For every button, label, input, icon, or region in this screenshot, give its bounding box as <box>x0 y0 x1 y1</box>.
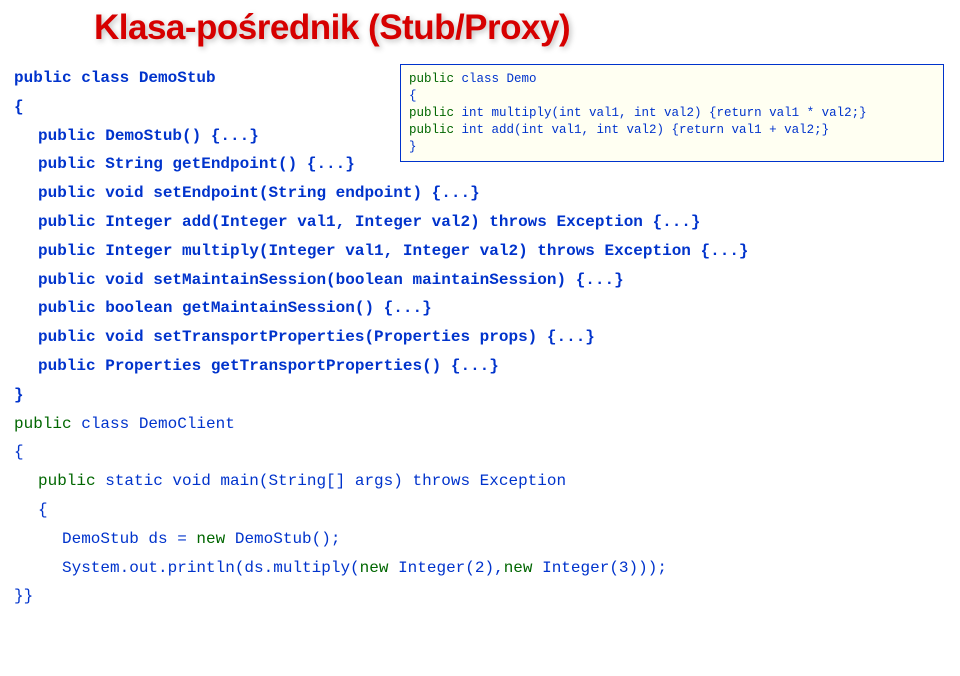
client-l5: DemoStub ds = new DemoStub(); <box>14 525 946 554</box>
stub-l6: public Integer add(Integer val1, Integer… <box>14 208 946 237</box>
stub-l9: public boolean getMaintainSession() {...… <box>14 294 946 323</box>
client-l6: System.out.println(ds.multiply(new Integ… <box>14 554 946 583</box>
box-line-1: public class Demo <box>409 71 935 88</box>
client-l4: { <box>14 496 946 525</box>
client-code-block: public class DemoClient { public static … <box>14 410 946 612</box>
stub-l7: public Integer multiply(Integer val1, In… <box>14 237 946 266</box>
box-line-4: public int add(int val1, int val2) {retu… <box>409 122 935 139</box>
client-l7: }} <box>14 587 33 605</box>
slide-title: Klasa-pośrednik (Stub/Proxy) <box>94 8 946 48</box>
stub-l2: { <box>14 98 24 116</box>
stub-l10: public void setTransportProperties(Prope… <box>14 323 946 352</box>
stub-l5: public void setEndpoint(String endpoint)… <box>14 179 946 208</box>
box-line-2: { <box>409 88 935 105</box>
client-l3: public static void main(String[] args) t… <box>14 467 946 496</box>
client-l2: { <box>14 443 24 461</box>
box-line-3: public int multiply(int val1, int val2) … <box>409 105 935 122</box>
stub-l12: } <box>14 386 24 404</box>
client-l1: public class DemoClient <box>14 415 235 433</box>
stub-l1: public class DemoStub <box>14 69 216 87</box>
stub-l11: public Properties getTransportProperties… <box>14 352 946 381</box>
box-line-5: } <box>409 139 935 156</box>
stub-l8: public void setMaintainSession(boolean m… <box>14 266 946 295</box>
demo-class-box: public class Demo { public int multiply(… <box>400 64 944 162</box>
